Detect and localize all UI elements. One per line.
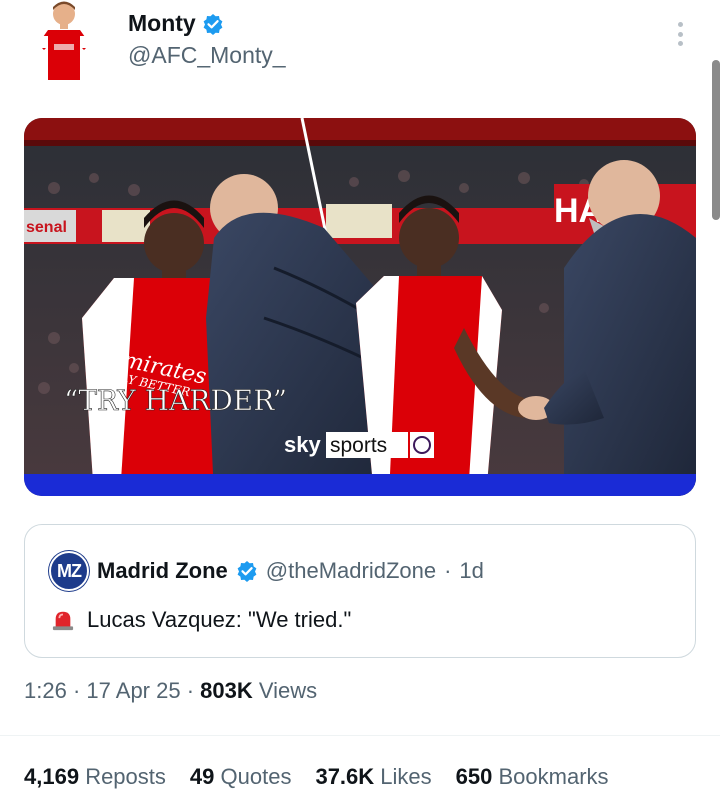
post-header: Monty @AFC_Monty_: [0, 0, 720, 100]
quoted-author-name[interactable]: Madrid Zone: [97, 558, 228, 584]
bookmarks-label: Bookmarks: [498, 764, 609, 789]
author-avatar-image: [30, 0, 98, 84]
views-label: Views: [258, 678, 318, 703]
bookmarks-stat[interactable]: 650 Bookmarks: [456, 764, 609, 789]
post-date[interactable]: 17 Apr 25: [86, 678, 180, 703]
quoted-author-handle[interactable]: @theMadridZone: [266, 558, 436, 584]
meta-separator: ·: [444, 558, 452, 583]
ad-board-left: senal: [26, 219, 67, 236]
views-count: 803K: [200, 678, 253, 703]
author-handle[interactable]: @AFC_Monty_: [128, 42, 286, 69]
post-time[interactable]: 1:26: [24, 678, 67, 703]
engagement-stats: 4,169 Reposts 49 Quotes 37.6K Likes 650 …: [24, 764, 609, 789]
likes-label: Likes: [380, 764, 432, 789]
broadcaster-logo-sports: sports: [330, 434, 387, 457]
quoted-post-body: Lucas Vazquez: "We tried.": [49, 607, 351, 633]
author-name[interactable]: Monty: [128, 10, 196, 37]
author-name-row[interactable]: Monty: [128, 10, 224, 37]
verified-badge-icon: [203, 13, 223, 35]
verified-badge-icon: [237, 561, 257, 582]
scrollbar[interactable]: [712, 60, 720, 220]
match-photo: senal HA Emirates FLY BETTER “TRY HARDER…: [24, 118, 696, 496]
meta-separator: ·: [186, 678, 195, 703]
media-caption: “TRY HARDER”: [64, 384, 287, 417]
quoted-post-header: MZ Madrid Zone @theMadridZone · 1d: [49, 551, 484, 591]
quotes-stat[interactable]: 49 Quotes: [190, 764, 292, 789]
quoted-author-avatar[interactable]: MZ: [49, 551, 89, 591]
quoted-post-text: Lucas Vazquez: "We tried.": [87, 607, 352, 632]
reposts-label: Reposts: [85, 764, 166, 789]
likes-count: 37.6K: [315, 764, 375, 789]
meta-separator: ·: [72, 678, 81, 703]
more-vertical-icon[interactable]: [670, 18, 690, 50]
post-media-image[interactable]: senal HA Emirates FLY BETTER “TRY HARDER…: [24, 118, 696, 496]
bookmarks-count: 650: [455, 764, 493, 789]
siren-icon: [52, 611, 74, 631]
divider: [0, 735, 720, 736]
quotes-count: 49: [189, 764, 215, 789]
reposts-stat[interactable]: 4,169 Reposts: [24, 764, 166, 789]
broadcaster-logo-sky: sky: [284, 432, 321, 457]
reposts-count: 4,169: [24, 764, 80, 789]
quoted-post-age: 1d: [459, 558, 484, 583]
quotes-label: Quotes: [220, 764, 292, 789]
post-timestamp: 1:26 · 17 Apr 25 · 803K Views: [24, 678, 317, 704]
likes-stat[interactable]: 37.6K Likes: [315, 764, 431, 789]
quoted-post-card[interactable]: MZ Madrid Zone @theMadridZone · 1d Lucas…: [24, 524, 696, 658]
author-avatar[interactable]: [30, 0, 98, 84]
